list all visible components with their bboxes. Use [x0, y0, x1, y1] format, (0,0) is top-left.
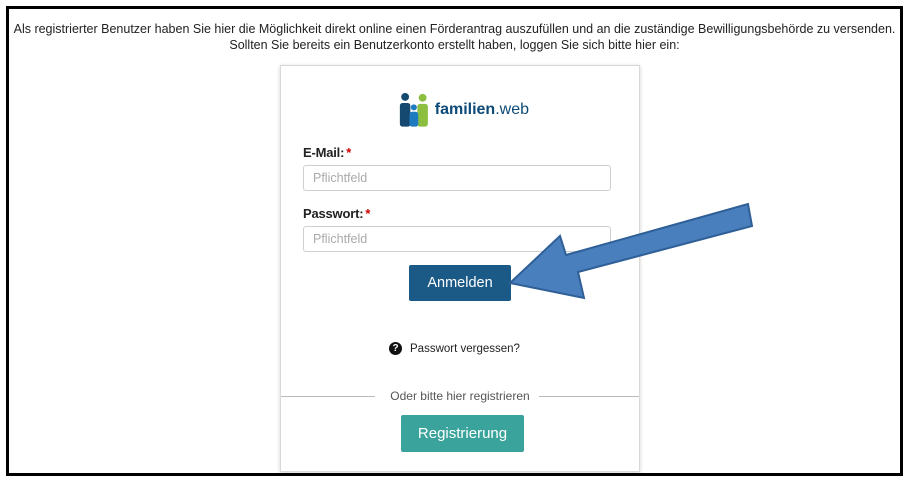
annotation-arrow	[508, 202, 754, 300]
email-field[interactable]	[303, 165, 611, 191]
email-required-marker: *	[346, 145, 352, 160]
family-logo-icon	[399, 92, 428, 127]
divider-line-right	[539, 396, 639, 397]
intro-line-2: Sollten Sie bereits ein Benutzerkonto er…	[229, 38, 680, 52]
register-divider: Oder bitte hier registrieren	[281, 389, 639, 403]
forgot-password-link[interactable]: ? Passwort vergessen?	[389, 342, 520, 355]
logo-wordmark-bold: familien	[434, 101, 496, 118]
password-label-text: Passwort:	[303, 206, 364, 221]
logo-wordmark: familien.web	[435, 101, 529, 119]
password-label: Passwort: *	[303, 206, 370, 221]
email-label-text: E-Mail:	[303, 145, 345, 160]
email-label: E-Mail: *	[303, 145, 351, 160]
question-circle-icon: ?	[389, 342, 402, 355]
intro-line-1: Als registrierter Benutzer haben Sie hie…	[13, 22, 896, 36]
password-required-marker: *	[365, 206, 371, 221]
register-button[interactable]: Registrierung	[401, 415, 524, 452]
logo-wordmark-suffix: .web	[495, 101, 529, 118]
intro-text: Als registrierter Benutzer haben Sie hie…	[9, 21, 900, 53]
login-button[interactable]: Anmelden	[409, 265, 511, 301]
familien-web-logo: familien.web	[399, 88, 529, 132]
forgot-password-text: Passwort vergessen?	[410, 342, 520, 355]
